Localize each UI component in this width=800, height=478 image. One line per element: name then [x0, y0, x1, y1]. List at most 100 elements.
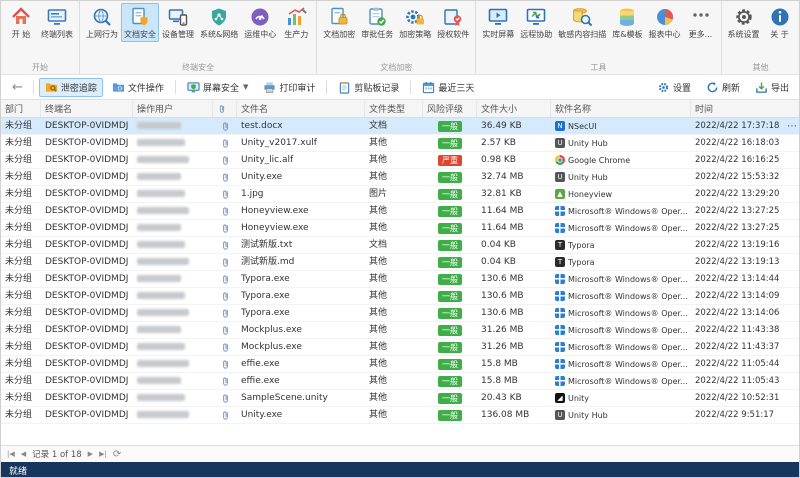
column-header[interactable]: 时间 [691, 100, 799, 117]
table-row[interactable]: 未分组 DESKTOP-0VIDMDJ Typora.exe 其他 一般 130.6 MB… [1, 271, 799, 288]
column-header[interactable]: 操作用户 [133, 100, 213, 117]
column-header[interactable]: 文件名 [237, 100, 365, 117]
risk-badge: 一般 [438, 375, 462, 387]
ribbon-button[interactable]: 开 始 [4, 3, 38, 42]
table-row[interactable]: 未分组 DESKTOP-0VIDMDJ Mockplus.exe 其他 一般 31.26 … [1, 322, 799, 339]
toolbar-button[interactable]: 刷新 [700, 78, 746, 97]
table-row[interactable]: 未分组 DESKTOP-0VIDMDJ Unity.exe 其他 一般 136.08 MB… [1, 407, 799, 424]
filesize-cell: 2.57 KB [481, 138, 516, 148]
table-row[interactable]: 未分组 DESKTOP-0VIDMDJ Mockplus.exe 其他 一般 31.26 … [1, 339, 799, 356]
column-header[interactable]: 终端名 [41, 100, 133, 117]
table-row[interactable]: 未分组 DESKTOP-0VIDMDJ Honeyview.exe 其他 一般 11.64… [1, 220, 799, 237]
table-row[interactable]: 未分组 DESKTOP-0VIDMDJ Typora.exe 其他 一般 130.6 MB… [1, 288, 799, 305]
attachment-cell[interactable] [213, 186, 237, 202]
table-row[interactable]: 未分组 DESKTOP-0VIDMDJ Unity_lic.alf 其他 严重 0.98 … [1, 152, 799, 169]
ribbon-button[interactable]: 文档加密 [320, 3, 358, 42]
windows-icon [555, 223, 565, 233]
column-header[interactable]: 文件类型 [365, 100, 423, 117]
dept-cell: 未分组 [5, 240, 33, 250]
table-row[interactable]: 未分组 DESKTOP-0VIDMDJ effie.exe 其他 一般 15.8 MB Mi… [1, 373, 799, 390]
toolbar-button[interactable]: 设置 [651, 78, 697, 97]
attachment-cell[interactable] [213, 203, 237, 219]
attachment-cell[interactable] [213, 254, 237, 270]
risk-cell: 一般 [423, 322, 477, 338]
attachment-cell[interactable] [213, 305, 237, 321]
table-row[interactable]: 未分组 DESKTOP-0VIDMDJ Unity.exe 其他 一般 32.74 MB U… [1, 169, 799, 186]
table-row[interactable]: 未分组 DESKTOP-0VIDMDJ SampleScene.unity 其他 一般 2… [1, 390, 799, 407]
column-header[interactable]: 软件名称 [551, 100, 691, 117]
ribbon-button[interactable]: 系统设置 [725, 3, 763, 42]
time-cell: 2022/4/22 16:16:25 [695, 155, 780, 165]
risk-cell: 一般 [423, 271, 477, 287]
toolbar-button[interactable]: 最近三天 [416, 78, 480, 97]
ribbon-button[interactable]: 远程协助 [517, 3, 555, 42]
risk-badge: 一般 [438, 205, 462, 217]
terminal-cell: DESKTOP-0VIDMDJ [45, 308, 129, 318]
ribbon-button[interactable]: 更多... [684, 3, 718, 42]
table-row[interactable]: 未分组 DESKTOP-0VIDMDJ effie.exe 其他 一般 15.8 MB Mi… [1, 356, 799, 373]
ribbon-button[interactable]: 审批任务 [358, 3, 396, 42]
row-more-icon[interactable]: ⋯ [787, 118, 797, 135]
ribbon-button[interactable]: 终端列表 [38, 3, 76, 42]
toolbar-button[interactable]: 屏幕安全 ▼ [181, 78, 254, 97]
attachment-cell[interactable] [213, 135, 237, 151]
column-header[interactable]: 风险评级 [423, 100, 477, 117]
attachment-cell[interactable] [213, 237, 237, 253]
toolbar-button[interactable]: 剪贴板记录 [332, 78, 405, 97]
table-row[interactable]: 未分组 DESKTOP-0VIDMDJ test.docx 文档 一般 36.49 KB N… [1, 118, 799, 135]
attachment-cell[interactable] [213, 288, 237, 304]
ribbon-button[interactable]: 库&模板 [609, 3, 645, 42]
attachment-cell[interactable] [213, 220, 237, 236]
ribbon-button[interactable]: 运维中心 [241, 3, 279, 42]
attachment-cell[interactable] [213, 169, 237, 185]
toolbar-button[interactable]: 文件操作 [106, 78, 170, 97]
attachment-cell[interactable] [213, 322, 237, 338]
filetype-cell: 其他 [369, 257, 388, 267]
ribbon-button[interactable]: 敏感内容扫描 [555, 3, 609, 42]
library-template-icon [616, 6, 638, 28]
column-header[interactable]: 部门 [1, 100, 41, 117]
table-row[interactable]: 未分组 DESKTOP-0VIDMDJ Unity_v2017.xulf 其他 一般 2.… [1, 135, 799, 152]
attachment-cell[interactable] [213, 339, 237, 355]
toolbar-button[interactable]: 泄密追踪 [38, 77, 103, 97]
risk-cell: 一般 [423, 203, 477, 219]
ribbon-button[interactable]: 授权软件 [434, 3, 472, 42]
attachment-cell[interactable] [213, 356, 237, 372]
software-cell: Microsoft® Windows® Oper... [551, 356, 691, 372]
prev-page-button[interactable]: ◀ [21, 450, 26, 458]
table-row[interactable]: 未分组 DESKTOP-0VIDMDJ Honeyview.exe 其他 一般 11.64… [1, 203, 799, 220]
ribbon-button[interactable]: 设备管理 [159, 3, 197, 42]
table-row[interactable]: 未分组 DESKTOP-0VIDMDJ 测试新版.md 其他 一般 0.04 KB T Typ… [1, 254, 799, 271]
ribbon-button[interactable]: 上网行为 [83, 3, 121, 42]
pager-refresh-icon[interactable]: ⟳ [113, 449, 121, 460]
ribbon-button[interactable]: 文档安全 [121, 3, 159, 42]
redacted-user [137, 411, 189, 418]
column-header[interactable] [213, 100, 237, 117]
table-row[interactable]: 未分组 DESKTOP-0VIDMDJ 1.jpg 图片 一般 32.81 KB ▲ Hone… [1, 186, 799, 203]
ribbon-button[interactable]: 实时屏幕 [479, 3, 517, 42]
last-page-button[interactable]: ▶| [99, 450, 107, 458]
ribbon-button[interactable]: 关 于 [763, 3, 797, 42]
table-row[interactable]: 未分组 DESKTOP-0VIDMDJ Typora.exe 其他 一般 130.6 MB… [1, 305, 799, 322]
back-arrow-icon[interactable]: ← [7, 80, 28, 95]
attachment-cell[interactable] [213, 390, 237, 406]
ribbon-button[interactable]: 系统&网络 [197, 3, 241, 42]
toolbar-button[interactable]: 打印审计 [257, 78, 321, 97]
next-page-button[interactable]: ▶ [88, 450, 93, 458]
dept-cell: 未分组 [5, 121, 33, 131]
attachment-cell[interactable] [213, 118, 237, 134]
toolbar-button[interactable]: 导出 [749, 78, 795, 97]
table-row[interactable]: 未分组 DESKTOP-0VIDMDJ 测试新版.txt 文档 一般 0.04 KB T Ty… [1, 237, 799, 254]
software-cell: U Unity Hub [551, 407, 691, 423]
column-header[interactable]: 文件大小 [477, 100, 551, 117]
attachment-cell[interactable] [213, 152, 237, 168]
first-page-button[interactable]: |◀ [7, 450, 15, 458]
attachment-cell[interactable] [213, 407, 237, 423]
attachment-cell[interactable] [213, 373, 237, 389]
ribbon-button[interactable]: 生产力 [279, 3, 313, 42]
toolbar-separator [410, 80, 412, 94]
terminal-cell: DESKTOP-0VIDMDJ [45, 206, 129, 216]
ribbon-button[interactable]: 加密策略 [396, 3, 434, 42]
ribbon-button[interactable]: 报表中心 [646, 3, 684, 42]
attachment-cell[interactable] [213, 271, 237, 287]
